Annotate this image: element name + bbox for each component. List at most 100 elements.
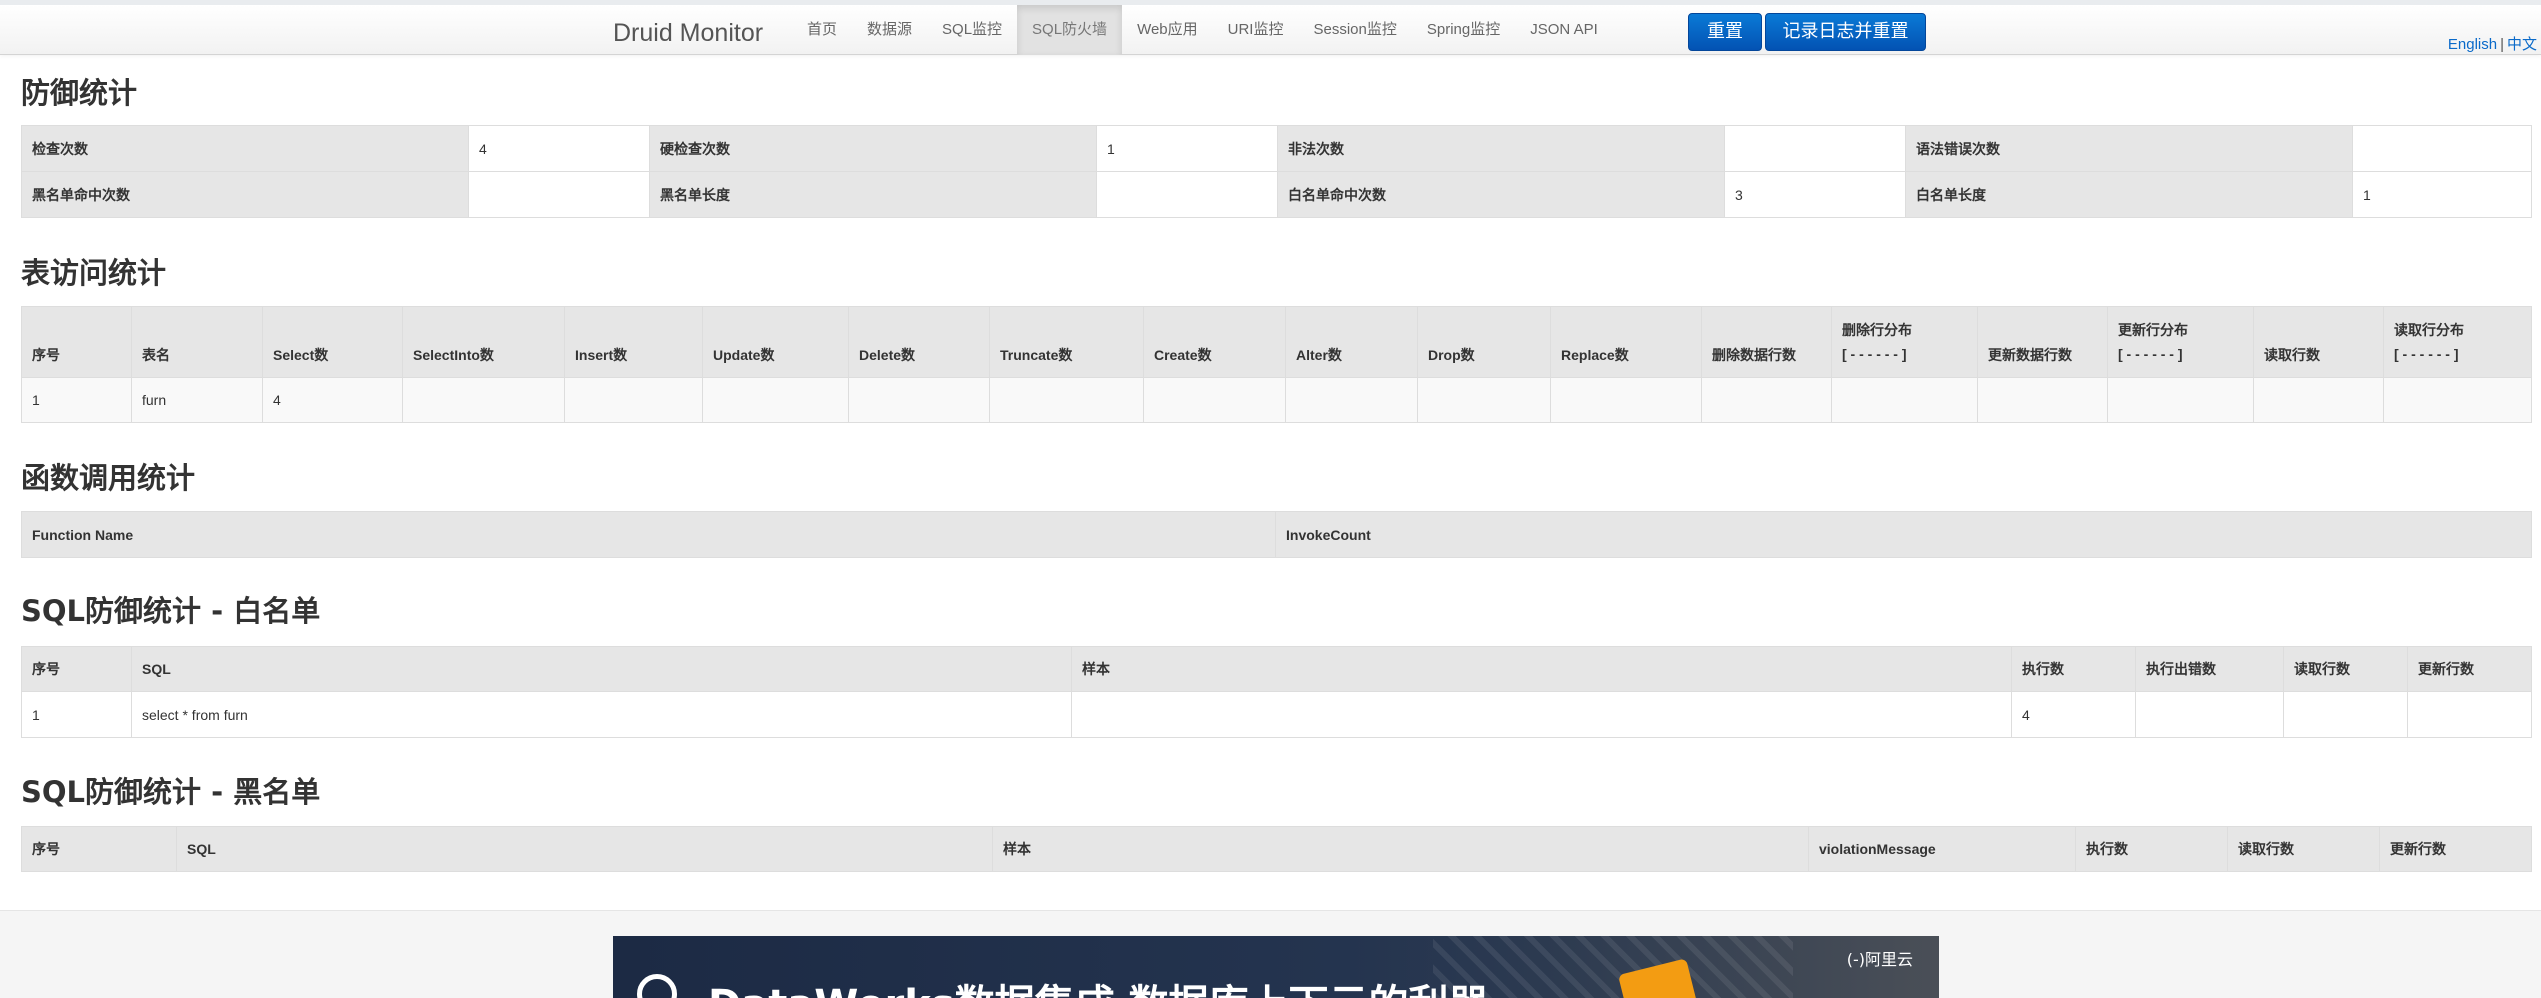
whitelist-length-value: 1 xyxy=(2352,171,2532,218)
cell-wl-exec-error-count xyxy=(2135,691,2284,738)
col-index[interactable]: 序号 xyxy=(21,306,132,378)
log-and-reset-button[interactable]: 记录日志并重置 xyxy=(1765,13,1926,51)
cell-wl-index: 1 xyxy=(21,691,132,738)
cell-read-rows xyxy=(2253,377,2384,423)
col-update-rows[interactable]: 更新数据行数 xyxy=(1977,306,2108,378)
hard-check-count-label: 硬检查次数 xyxy=(649,125,1097,172)
col-update-row-distribution-label: 更新行分布 xyxy=(2118,322,2188,338)
col-select-count[interactable]: Select数 xyxy=(262,306,403,378)
col-bl-violation-message[interactable]: violationMessage xyxy=(1808,826,2076,872)
col-wl-read-rows[interactable]: 读取行数 xyxy=(2283,646,2408,692)
check-count-value: 4 xyxy=(468,125,650,172)
cell-drop-count xyxy=(1417,377,1551,423)
col-wl-exec-error-count[interactable]: 执行出错数 xyxy=(2135,646,2284,692)
cell-alter-count xyxy=(1285,377,1418,423)
col-drop-count[interactable]: Drop数 xyxy=(1417,306,1551,378)
ad-banner[interactable]: DataWorks数据集成 数据库上下云的利器 (-)阿里云 xyxy=(613,936,1939,998)
col-bl-update-rows[interactable]: 更新行数 xyxy=(2379,826,2532,872)
nav-item-spring-monitor[interactable]: Spring监控 xyxy=(1412,5,1515,55)
cell-insert-count xyxy=(564,377,703,423)
table-row: 1 select * from furn 4 xyxy=(21,691,2532,738)
col-update-count[interactable]: Update数 xyxy=(702,306,849,378)
syntax-error-count-value xyxy=(2352,125,2532,172)
col-table-name[interactable]: 表名 xyxy=(131,306,263,378)
table-access-table: 序号 表名 Select数 SelectInto数 Insert数 Update… xyxy=(21,306,2532,423)
col-update-row-distribution[interactable]: 更新行分布 [ - - - - - - ] xyxy=(2107,306,2254,378)
top-navbar: Druid Monitor 首页 数据源 SQL监控 SQL防火墙 Web应用 … xyxy=(0,0,2541,55)
cell-delete-row-distribution xyxy=(1831,377,1978,423)
cell-wl-sql: select * from furn xyxy=(131,691,1072,738)
reset-button[interactable]: 重置 xyxy=(1688,13,1762,51)
nav-item-sql-firewall[interactable]: SQL防火墙 xyxy=(1017,5,1123,55)
col-bl-exec-count[interactable]: 执行数 xyxy=(2075,826,2228,872)
cell-wl-update-rows xyxy=(2407,691,2532,738)
table-row: 1 furn 4 xyxy=(21,377,2532,423)
whitelist-length-label: 白名单长度 xyxy=(1905,171,2353,218)
cell-index: 1 xyxy=(21,377,132,423)
col-truncate-count[interactable]: Truncate数 xyxy=(989,306,1144,378)
aliyun-logo: (-)阿里云 xyxy=(1846,950,1913,969)
col-read-row-distribution[interactable]: 读取行分布 [ - - - - - - ] xyxy=(2383,306,2532,378)
banner-headline: DataWorks数据集成 数据库上下云的利器 xyxy=(708,972,1489,998)
syntax-error-count-label: 语法错误次数 xyxy=(1905,125,2353,172)
blacklist-hit-count-label: 黑名单命中次数 xyxy=(21,171,469,218)
nav-item-sql-monitor[interactable]: SQL监控 xyxy=(927,5,1017,55)
col-delete-row-distribution[interactable]: 删除行分布 [ - - - - - - ] xyxy=(1831,306,1978,378)
nav-item-uri-monitor[interactable]: URI监控 xyxy=(1213,5,1299,55)
col-read-rows[interactable]: 读取行数 xyxy=(2253,306,2384,378)
col-delete-rows[interactable]: 删除数据行数 xyxy=(1701,306,1832,378)
col-read-row-distribution-label: 读取行分布 xyxy=(2394,322,2464,338)
check-count-label: 检查次数 xyxy=(21,125,469,172)
nav-item-datasource[interactable]: 数据源 xyxy=(852,5,927,55)
main-nav: 首页 数据源 SQL监控 SQL防火墙 Web应用 URI监控 Session监… xyxy=(792,5,1613,55)
col-wl-update-rows[interactable]: 更新行数 xyxy=(2407,646,2532,692)
col-insert-count[interactable]: Insert数 xyxy=(564,306,703,378)
col-function-name[interactable]: Function Name xyxy=(21,511,1276,558)
col-alter-count[interactable]: Alter数 xyxy=(1285,306,1418,378)
defense-row-1: 检查次数 4 硬检查次数 1 非法次数 语法错误次数 xyxy=(21,125,2532,172)
defense-row-2: 黑名单命中次数 黑名单长度 白名单命中次数 3 白名单长度 1 xyxy=(21,171,2532,218)
whitelist-hit-count-label: 白名单命中次数 xyxy=(1277,171,1725,218)
whitelist-title: SQL防御统计 - 白名单 xyxy=(21,594,321,628)
language-switcher: English | 中文 xyxy=(2448,33,2537,54)
col-bl-index[interactable]: 序号 xyxy=(21,826,177,872)
whitelist-table: 序号 SQL 样本 执行数 执行出错数 读取行数 更新行数 1 select *… xyxy=(21,646,2532,738)
nav-item-session-monitor[interactable]: Session监控 xyxy=(1298,5,1411,55)
col-bl-sample[interactable]: 样本 xyxy=(992,826,1809,872)
col-delete-row-distribution-range: [ - - - - - - ] xyxy=(1842,346,1907,362)
col-wl-sql[interactable]: SQL xyxy=(131,646,1072,692)
cell-wl-exec-count: 4 xyxy=(2011,691,2136,738)
col-invoke-count[interactable]: InvokeCount xyxy=(1275,511,2532,558)
dataworks-logo-icon xyxy=(637,974,677,998)
col-create-count[interactable]: Create数 xyxy=(1143,306,1286,378)
blacklist-title: SQL防御统计 - 黑名单 xyxy=(21,775,321,809)
cell-update-rows xyxy=(1977,377,2108,423)
nav-item-home[interactable]: 首页 xyxy=(792,5,852,55)
col-read-row-distribution-range: [ - - - - - - ] xyxy=(2394,346,2459,362)
lang-chinese-link[interactable]: 中文 xyxy=(2507,36,2537,53)
nav-item-web-app[interactable]: Web应用 xyxy=(1122,5,1213,55)
blacklist-hit-count-value xyxy=(468,171,650,218)
col-bl-sql[interactable]: SQL xyxy=(176,826,993,872)
cell-table-name: furn xyxy=(131,377,263,423)
illegal-count-value xyxy=(1724,125,1906,172)
col-select-into-count[interactable]: SelectInto数 xyxy=(402,306,565,378)
lang-english-link[interactable]: English xyxy=(2448,36,2497,53)
function-stats-table: Function Name InvokeCount xyxy=(21,511,2532,558)
blacklist-length-value xyxy=(1096,171,1278,218)
col-wl-exec-count[interactable]: 执行数 xyxy=(2011,646,2136,692)
defense-stats-table: 检查次数 4 硬检查次数 1 非法次数 语法错误次数 黑名单命中次数 黑名单长度… xyxy=(21,125,2532,218)
table-access-title: 表访问统计 xyxy=(21,256,167,290)
function-stats-title: 函数调用统计 xyxy=(21,461,196,495)
col-bl-read-rows[interactable]: 读取行数 xyxy=(2227,826,2380,872)
col-wl-index[interactable]: 序号 xyxy=(21,646,132,692)
col-replace-count[interactable]: Replace数 xyxy=(1550,306,1702,378)
cell-wl-sample xyxy=(1071,691,2012,738)
cell-read-row-distribution xyxy=(2383,377,2532,423)
col-wl-sample[interactable]: 样本 xyxy=(1071,646,2012,692)
brand-title[interactable]: Druid Monitor xyxy=(613,13,763,53)
col-delete-count[interactable]: Delete数 xyxy=(848,306,990,378)
cell-update-count xyxy=(702,377,849,423)
nav-item-json-api[interactable]: JSON API xyxy=(1515,5,1613,55)
function-header-row: Function Name InvokeCount xyxy=(21,511,2532,558)
